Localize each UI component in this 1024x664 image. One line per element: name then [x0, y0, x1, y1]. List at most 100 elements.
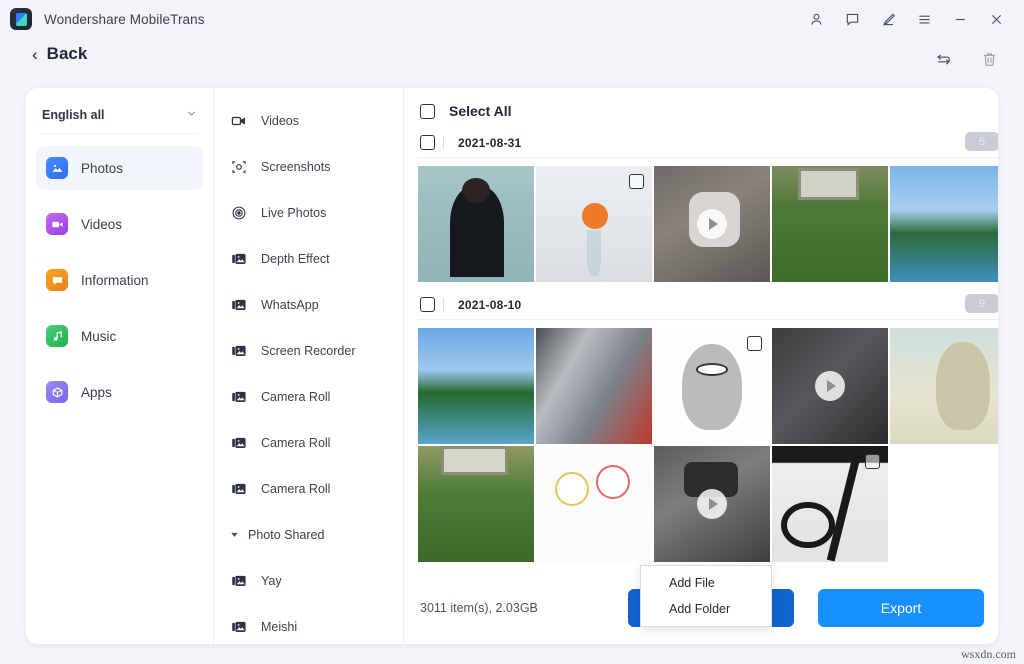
album-group-photo-shared[interactable]: Photo Shared [214, 512, 403, 558]
export-button[interactable]: Export [818, 589, 984, 627]
photo-stack-icon [230, 435, 248, 451]
album-item-meishi[interactable]: Meishi [214, 604, 403, 644]
back-bar: ‹ Back [0, 38, 1024, 86]
feedback-icon[interactable] [834, 0, 870, 38]
thumb-charger-video[interactable] [654, 446, 770, 562]
thumb-leaves[interactable] [772, 166, 888, 282]
thumb-checkbox[interactable] [865, 454, 880, 469]
account-icon[interactable] [798, 0, 834, 38]
album-item-yay[interactable]: Yay [214, 558, 403, 604]
thumb-checkbox[interactable] [747, 336, 762, 351]
album-item-camera-roll-2[interactable]: Camera Roll [214, 420, 403, 466]
select-all-checkbox[interactable] [420, 104, 435, 119]
group-checkbox[interactable] [420, 135, 435, 150]
delete-icon[interactable] [976, 46, 1002, 72]
sidebar-item-label: Information [81, 273, 149, 288]
group-date: 2021-08-10 [458, 298, 521, 312]
back-chevron-icon: ‹ [32, 46, 38, 63]
apps-icon [46, 381, 68, 403]
edit-icon[interactable] [870, 0, 906, 38]
album-label: Camera Roll [261, 436, 330, 450]
close-icon[interactable] [978, 0, 1014, 38]
select-all-label: Select All [449, 103, 512, 119]
logo-glyph [16, 13, 27, 26]
album-label: Yay [261, 574, 282, 588]
album-item-screen-recorder[interactable]: Screen Recorder [214, 328, 403, 374]
back-button[interactable]: ‹ Back [32, 44, 87, 64]
sidebar-item-music[interactable]: Music [36, 314, 203, 358]
language-select[interactable]: English all [42, 104, 197, 134]
thumb-island[interactable] [890, 166, 998, 282]
photo-stack-icon [230, 573, 248, 589]
group-count-badge: 9 [965, 294, 998, 313]
sidebar-item-photos[interactable]: Photos [36, 146, 203, 190]
album-item-videos[interactable]: Videos [214, 98, 403, 144]
watermark: wsxdn.com [961, 647, 1016, 662]
group-checkbox[interactable] [420, 297, 435, 312]
menu-icon[interactable] [906, 0, 942, 38]
window-controls [798, 0, 1024, 38]
album-item-depth-effect[interactable]: Depth Effect [214, 236, 403, 282]
album-label: Live Photos [261, 206, 326, 220]
sidebar-item-videos[interactable]: Videos [36, 202, 203, 246]
minimize-icon[interactable] [942, 0, 978, 38]
album-label: Videos [261, 114, 299, 128]
window-title: Wondershare MobileTrans [44, 12, 205, 27]
album-item-whatsapp[interactable]: WhatsApp [214, 282, 403, 328]
photo-stack-icon [230, 251, 248, 267]
photo-scroll-area[interactable]: Select All 2021-08-31 5 [404, 88, 998, 572]
group-header-2021-08-10[interactable]: 2021-08-10 9 [418, 290, 998, 320]
play-icon[interactable] [697, 209, 727, 239]
album-item-screenshots[interactable]: Screenshots [214, 144, 403, 190]
live-photo-icon [230, 205, 248, 221]
toolbar [930, 46, 1002, 72]
thumbnail-grid-1 [418, 158, 998, 284]
menu-item-add-file[interactable]: Add File [641, 570, 771, 596]
thumb-totoro-painting[interactable] [890, 328, 998, 444]
thumb-checkbox[interactable] [629, 174, 644, 189]
album-item-camera-roll-1[interactable]: Camera Roll [214, 374, 403, 420]
thumb-office[interactable] [536, 328, 652, 444]
photo-stack-icon [230, 297, 248, 313]
album-label: Camera Roll [261, 482, 330, 496]
group-divider [443, 136, 444, 149]
play-icon[interactable] [815, 371, 845, 401]
group-date: 2021-08-31 [458, 136, 521, 150]
album-label: Screen Recorder [261, 344, 356, 358]
primary-sidebar: English all Photos Videos [26, 88, 214, 644]
photo-stack-icon [230, 619, 248, 635]
thumb-flowers[interactable] [536, 166, 652, 282]
main-card: English all Photos Videos [26, 88, 998, 644]
videos-icon [46, 213, 68, 235]
sidebar-item-information[interactable]: Information [36, 258, 203, 302]
refresh-icon[interactable] [930, 46, 956, 72]
thumb-leaves-2[interactable] [418, 446, 534, 562]
album-item-camera-roll-3[interactable]: Camera Roll [214, 466, 403, 512]
thumb-airpods-video[interactable] [654, 166, 770, 282]
group-divider [443, 298, 444, 311]
music-icon [46, 325, 68, 347]
thumb-cable[interactable] [772, 446, 888, 562]
thumbnail-row [418, 166, 998, 282]
language-select-value: English all [42, 108, 105, 122]
menu-item-add-folder[interactable]: Add Folder [641, 596, 771, 622]
title-bar: Wondershare MobileTrans [0, 0, 1024, 38]
thumb-infographic[interactable] [536, 446, 652, 562]
album-label: WhatsApp [261, 298, 319, 312]
select-all-row[interactable]: Select All [418, 94, 998, 128]
thumb-portrait[interactable] [418, 166, 534, 282]
photo-stack-icon [230, 481, 248, 497]
triangle-down-icon [230, 530, 239, 541]
thumb-totoro-sketch[interactable] [654, 328, 770, 444]
photos-icon [46, 157, 68, 179]
thumb-island-2[interactable] [418, 328, 534, 444]
group-header-2021-08-31[interactable]: 2021-08-31 5 [418, 128, 998, 158]
content-panel: Select All 2021-08-31 5 [404, 88, 998, 644]
thumb-keyboard-video[interactable] [772, 328, 888, 444]
play-icon[interactable] [697, 489, 727, 519]
mobiletrans-logo-icon [10, 8, 32, 30]
album-item-live-photos[interactable]: Live Photos [214, 190, 403, 236]
album-label: Screenshots [261, 160, 330, 174]
sidebar-item-apps[interactable]: Apps [36, 370, 203, 414]
video-camera-icon [230, 113, 248, 129]
